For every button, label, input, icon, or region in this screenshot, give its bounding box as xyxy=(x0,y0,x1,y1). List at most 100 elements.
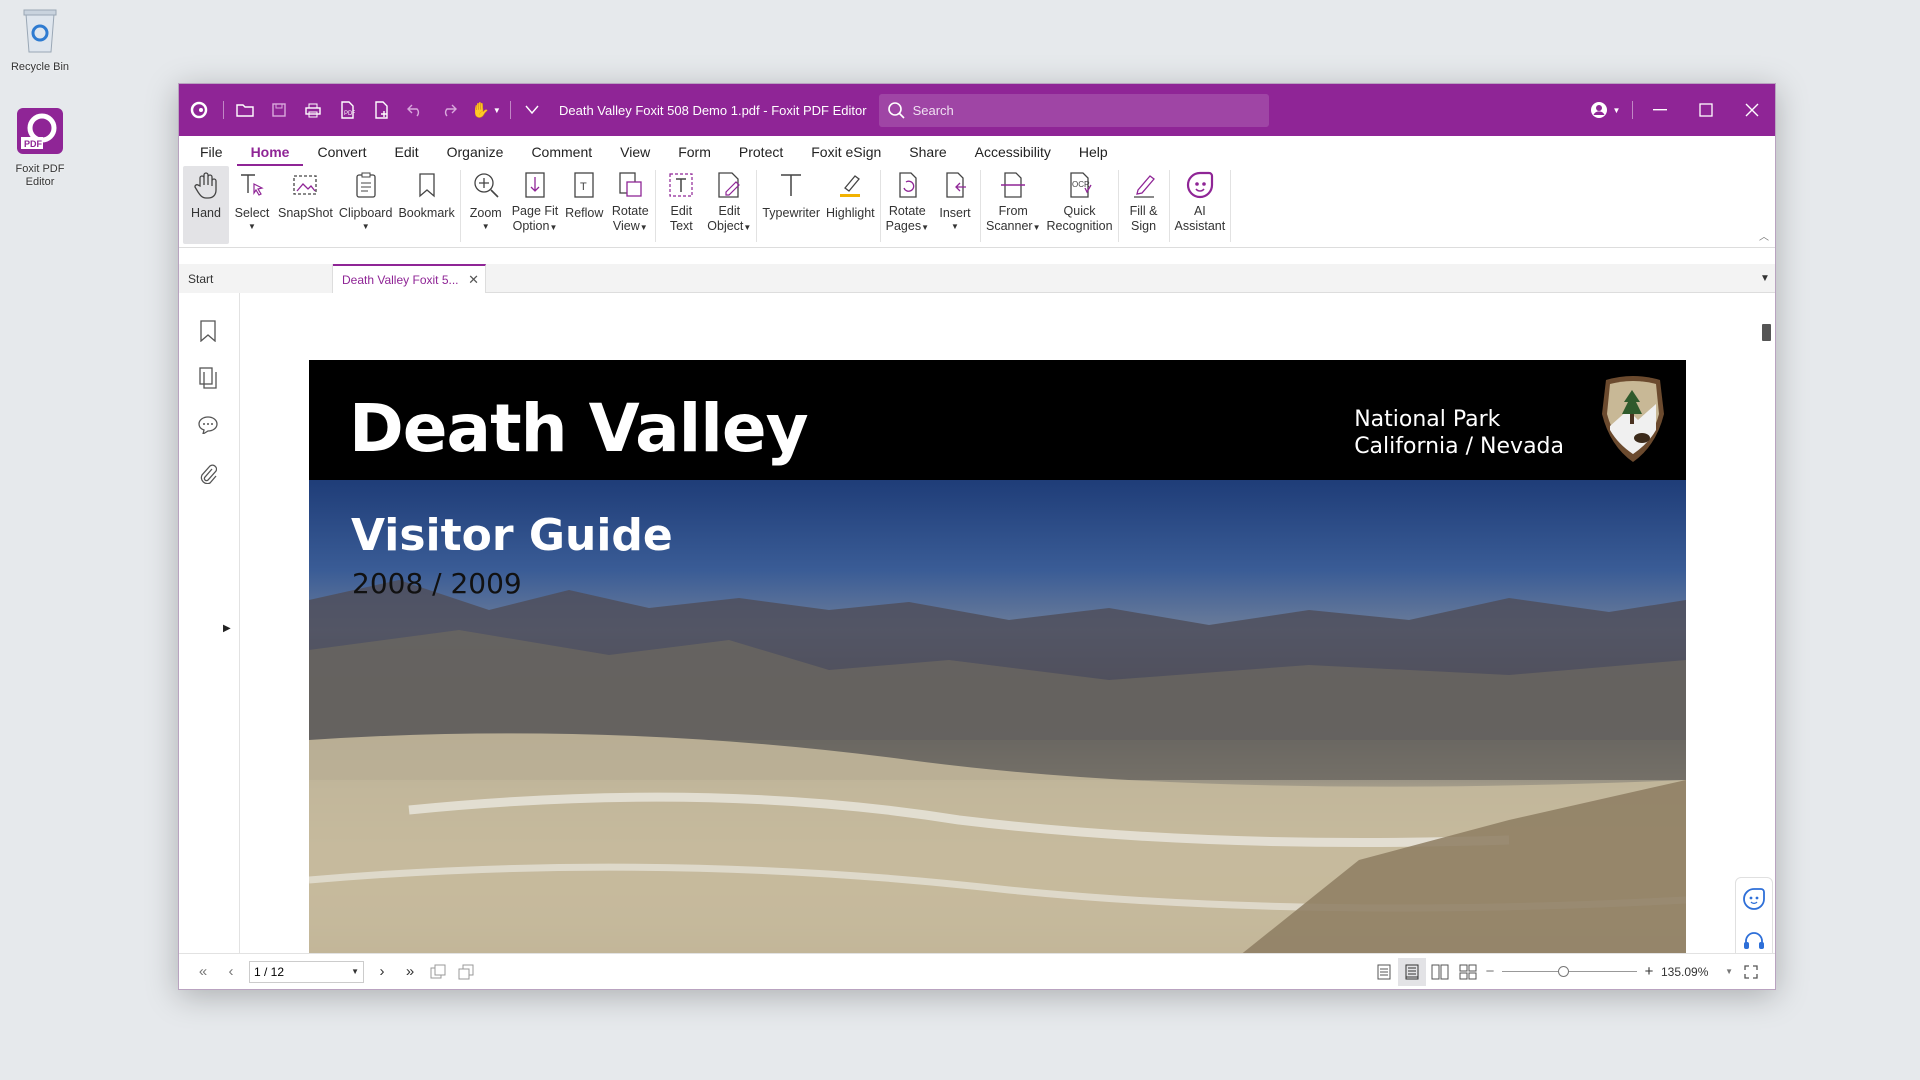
bookmarks-panel-icon[interactable] xyxy=(196,319,220,343)
navigation-panel: ▶ xyxy=(179,293,240,953)
rotate-view-button[interactable]: Rotate View▼ xyxy=(607,166,653,244)
page-fit-label-1: Page Fit xyxy=(511,204,559,218)
tab-accessibility[interactable]: Accessibility xyxy=(961,136,1065,166)
zoom-slider-knob[interactable] xyxy=(1558,965,1569,977)
single-page-view-icon[interactable] xyxy=(1370,958,1398,986)
from-scanner-button[interactable]: From Scanner▼ xyxy=(983,166,1043,244)
tab-start[interactable]: Start xyxy=(179,264,333,293)
minimize-button[interactable] xyxy=(1637,84,1683,136)
snapshot-button[interactable]: SnapShot xyxy=(275,166,336,244)
clipboard-button[interactable]: Clipboard ▼ xyxy=(336,166,396,244)
tab-edit[interactable]: Edit xyxy=(381,136,433,166)
open-folder-icon[interactable] xyxy=(228,84,262,136)
highlight-button[interactable]: Highlight xyxy=(823,166,878,244)
floating-assistant-panel xyxy=(1735,877,1773,963)
tab-file[interactable]: File xyxy=(186,136,237,166)
continuous-facing-view-icon[interactable] xyxy=(1454,958,1482,986)
document-view[interactable]: Death Valley National Park California / … xyxy=(241,293,1755,953)
insert-button[interactable]: Insert ▼ xyxy=(932,166,978,244)
chevron-down-icon[interactable]: ▼ xyxy=(1725,967,1733,976)
tab-share[interactable]: Share xyxy=(895,136,960,166)
recycle-bin-icon xyxy=(23,9,57,53)
tab-document[interactable]: Death Valley Foxit 5... ✕ xyxy=(333,264,486,293)
fill-sign-button[interactable]: Fill & Sign xyxy=(1121,166,1167,244)
page-fit-label-2: Option xyxy=(512,219,550,233)
scrollbar-thumb[interactable] xyxy=(1762,324,1771,341)
page-number-field[interactable]: ▼ xyxy=(249,960,364,983)
page-number-input[interactable] xyxy=(254,964,334,979)
new-document-icon[interactable] xyxy=(364,84,398,136)
foxit-logo-icon[interactable] xyxy=(179,84,219,136)
typewriter-button[interactable]: Typewriter xyxy=(759,166,823,244)
close-window-button[interactable] xyxy=(1729,84,1775,136)
first-page-icon[interactable]: « xyxy=(189,958,217,986)
last-page-icon[interactable]: » xyxy=(396,958,424,986)
fill-sign-label-1: Fill & xyxy=(1129,204,1158,218)
tab-protect[interactable]: Protect xyxy=(725,136,797,166)
print-icon[interactable] xyxy=(296,84,330,136)
edit-object-button[interactable]: Edit Object▼ xyxy=(704,166,754,244)
comments-panel-icon[interactable] xyxy=(196,413,220,437)
typewriter-icon xyxy=(781,174,802,196)
zoom-out-icon[interactable]: − xyxy=(1482,958,1498,986)
zoom-slider[interactable] xyxy=(1502,962,1637,982)
ai-assistant-button[interactable]: AI Assistant xyxy=(1172,166,1229,244)
minimize-icon xyxy=(1653,109,1667,111)
ai-chat-icon[interactable] xyxy=(1742,887,1766,911)
chevron-down-icon: ▼ xyxy=(921,223,930,232)
facing-view-icon[interactable] xyxy=(1426,958,1454,986)
customize-toolbar-icon[interactable] xyxy=(515,84,549,136)
maximize-button[interactable] xyxy=(1683,84,1729,136)
quick-recognition-button[interactable]: OCR Quick Recognition xyxy=(1044,166,1116,244)
zoom-in-icon[interactable]: + xyxy=(1641,958,1657,986)
svg-text:PDF: PDF xyxy=(24,139,43,149)
tab-help[interactable]: Help xyxy=(1065,136,1122,166)
tab-home[interactable]: Home xyxy=(236,136,304,166)
zoom-in-icon xyxy=(474,173,499,198)
continuous-view-icon[interactable] xyxy=(1398,957,1426,986)
save-icon[interactable] xyxy=(262,84,296,136)
select-tool-button[interactable]: Select ▼ xyxy=(229,166,275,244)
edit-text-button[interactable]: Edit Text xyxy=(658,166,704,244)
recycle-bin-desktop-icon[interactable]: Recycle Bin xyxy=(0,6,80,74)
previous-page-icon[interactable]: ‹ xyxy=(217,958,245,986)
reflow-button[interactable]: T Reflow xyxy=(561,166,607,244)
tab-foxit-esign[interactable]: Foxit eSign xyxy=(797,136,895,166)
bookmark-button[interactable]: Bookmark xyxy=(395,166,457,244)
undo-icon[interactable] xyxy=(398,84,432,136)
close-tab-icon[interactable]: ✕ xyxy=(468,272,479,288)
hand-tool-dropdown[interactable]: ✋ ▼ xyxy=(466,84,506,136)
scanner-icon xyxy=(1001,172,1026,198)
full-screen-icon[interactable] xyxy=(1737,958,1765,986)
tab-form[interactable]: Form xyxy=(664,136,725,166)
next-view-icon[interactable] xyxy=(452,958,480,986)
zoom-button[interactable]: Zoom ▼ xyxy=(463,166,509,244)
foxit-desktop-shortcut[interactable]: PDF Foxit PDF Editor xyxy=(0,106,80,189)
expand-panel-icon[interactable]: ▶ xyxy=(223,623,231,634)
search-input[interactable] xyxy=(912,102,1233,118)
zoom-level-field[interactable]: 135.09% ▼ xyxy=(1657,961,1737,983)
tab-organize[interactable]: Organize xyxy=(433,136,518,166)
tabs-dropdown-icon[interactable]: ▼ xyxy=(1755,264,1775,292)
redo-icon[interactable] xyxy=(432,84,466,136)
next-page-icon[interactable]: › xyxy=(368,958,396,986)
rotate-pages-button[interactable]: Rotate Pages▼ xyxy=(883,166,932,244)
previous-view-icon[interactable] xyxy=(424,958,452,986)
tab-view[interactable]: View xyxy=(606,136,664,166)
chevron-down-icon[interactable]: ▼ xyxy=(351,967,359,976)
account-button[interactable]: ▼ xyxy=(1582,84,1628,136)
hand-tool-button[interactable]: Hand xyxy=(183,166,229,244)
support-headset-icon[interactable] xyxy=(1742,929,1766,953)
page-header: Death Valley National Park California / … xyxy=(309,360,1686,480)
quick-recognition-label-2: Recognition xyxy=(1046,219,1113,233)
collapse-ribbon-icon[interactable]: ︿ xyxy=(1759,228,1769,243)
vertical-scrollbar[interactable] xyxy=(1759,293,1773,953)
park-subtitle-line1: National Park xyxy=(1354,407,1501,432)
search-box[interactable] xyxy=(878,93,1269,127)
attachments-panel-icon[interactable] xyxy=(196,461,220,485)
tab-comment[interactable]: Comment xyxy=(517,136,606,166)
tab-convert[interactable]: Convert xyxy=(303,136,380,166)
pages-panel-icon[interactable] xyxy=(196,366,220,390)
create-pdf-icon[interactable]: PDF xyxy=(330,84,364,136)
page-fit-option-button[interactable]: Page Fit Option▼ xyxy=(509,166,562,244)
